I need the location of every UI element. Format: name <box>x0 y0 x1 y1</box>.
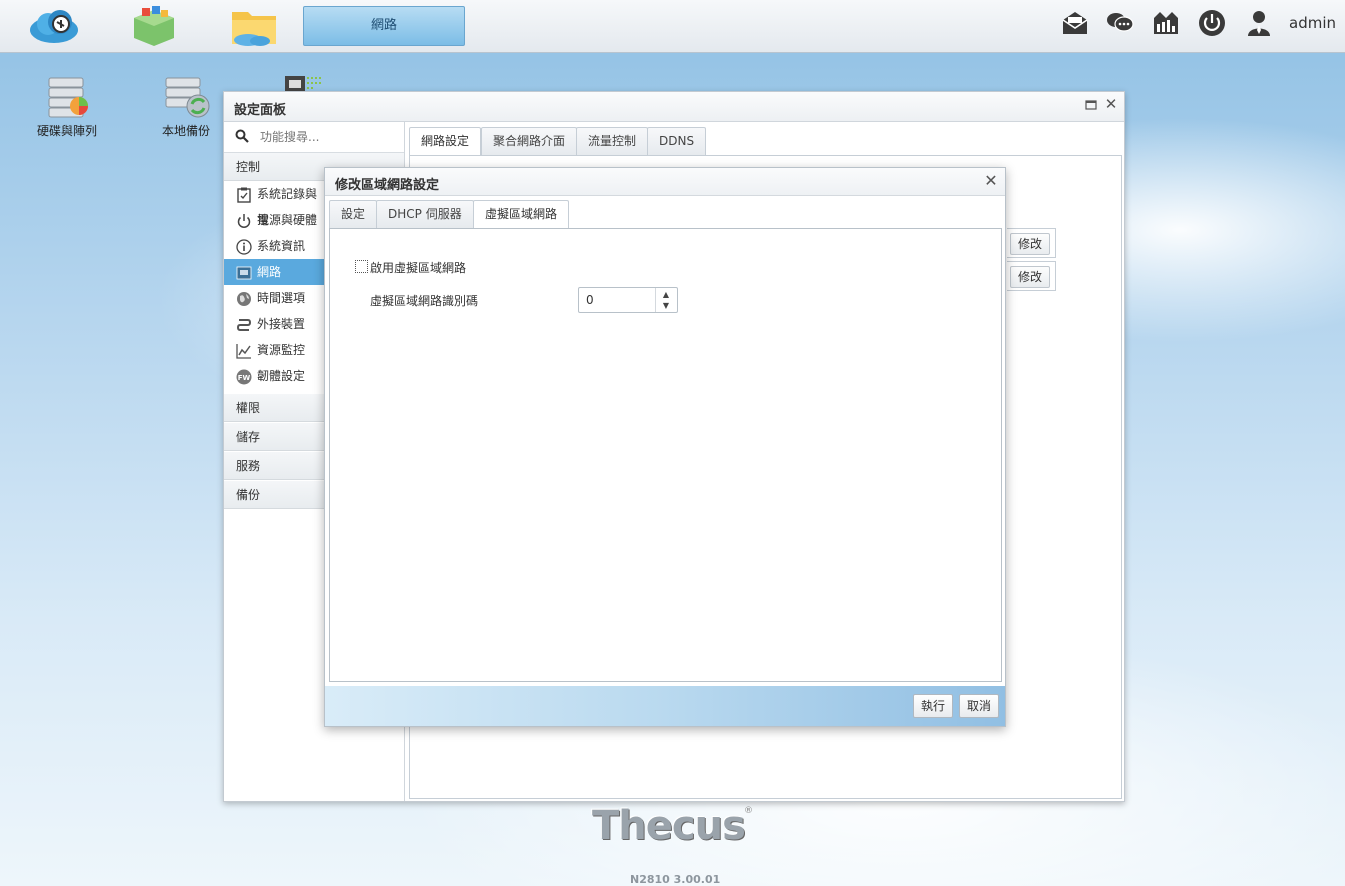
taskbar: 網路 admin <box>0 0 1345 53</box>
modify-button[interactable]: 修改 <box>1010 266 1050 288</box>
group-label: 控制 <box>236 160 261 174</box>
lan-row: 修改 <box>1007 228 1056 258</box>
enable-vlan-checkbox[interactable] <box>355 260 368 273</box>
sidebar-item-network[interactable]: 網路 <box>224 259 324 285</box>
dialog-titlebar[interactable]: 修改區域網路設定 ✕ <box>325 168 1005 196</box>
lan-row: 修改 <box>1007 261 1056 291</box>
maximize-icon[interactable] <box>1084 98 1098 112</box>
dialog-footer: 執行 取消 <box>325 686 1005 726</box>
search-input[interactable] <box>258 128 402 146</box>
sidebar-item-label: 韌體設定 <box>257 369 306 383</box>
sidebar-item-time[interactable]: 時間選項 <box>224 285 324 311</box>
version-label: N2810 3.00.01 <box>630 873 721 886</box>
sidebar-item-system-info[interactable]: 系統資訊 <box>224 233 324 259</box>
sidebar-item-external-devices[interactable]: 外接裝置 <box>224 311 324 337</box>
search-icon <box>235 129 249 146</box>
network-status-icon[interactable] <box>1151 8 1181 38</box>
mail-icon[interactable] <box>1060 8 1090 38</box>
user-icon[interactable] <box>1244 8 1274 38</box>
group-label: 儲存 <box>236 430 261 444</box>
sidebar-item-power-hardware[interactable]: 電源與硬體 <box>224 207 324 233</box>
desktop-icon-label: 本地備份 <box>161 124 210 138</box>
network-app-icon[interactable] <box>285 74 325 92</box>
tab-vlan[interactable]: 虛擬區域網路 <box>473 200 570 229</box>
sidebar-item-label: 系統資訊 <box>257 239 306 253</box>
tab-link-aggregation[interactable]: 聚合網路介面 <box>481 127 578 155</box>
sidebar-item-label: 網路 <box>257 265 282 279</box>
usb-cable-icon <box>236 316 252 332</box>
clipboard-check-icon <box>236 186 252 203</box>
apply-button[interactable]: 執行 <box>913 694 954 718</box>
group-label: 服務 <box>236 459 261 473</box>
group-label: 備份 <box>236 488 261 502</box>
vlan-tab-body: 啟用虛擬區域網路 虛擬區域網路識別碼 ▲ ▼ <box>329 228 1002 682</box>
tab-ddns[interactable]: DDNS <box>647 127 707 155</box>
firmware-icon: FW <box>236 368 252 385</box>
desktop-icon-label: 硬碟與陣列 <box>36 124 97 138</box>
file-manager-icon[interactable] <box>228 4 280 48</box>
cloud-app-icon[interactable] <box>28 4 80 48</box>
modify-lan-dialog: 修改區域網路設定 ✕ 設定 DHCP 伺服器 虛擬區域網路 啟用虛擬區域網路 虛… <box>324 167 1006 727</box>
app-center-icon[interactable] <box>128 4 180 48</box>
vlan-id-label: 虛擬區域網路識別碼 <box>370 294 479 308</box>
vlan-id-stepper: ▲ ▼ <box>578 287 678 313</box>
stepper-divider <box>655 288 656 312</box>
group-label: 權限 <box>236 401 261 415</box>
sidebar-item-label: 時間選項 <box>257 291 306 305</box>
info-icon <box>236 238 252 255</box>
stepper-up-icon[interactable]: ▲ <box>657 289 675 300</box>
brand-logo: Thecus <box>592 803 746 849</box>
backup-icon <box>160 74 212 120</box>
close-icon[interactable]: ✕ <box>983 173 999 189</box>
modify-button[interactable]: 修改 <box>1010 233 1050 255</box>
sidebar-item-label: 外接裝置 <box>257 317 306 331</box>
desktop-icon-disk-raid[interactable]: 硬碟與陣列 <box>22 74 112 139</box>
close-icon[interactable]: ✕ <box>1104 97 1118 112</box>
svg-text:FW: FW <box>238 374 251 382</box>
username-label[interactable]: admin <box>1289 14 1336 32</box>
power-icon <box>236 212 252 228</box>
settings-panel-titlebar[interactable]: 設定面板 ✕ <box>224 92 1124 122</box>
desktop-icon-local-backup[interactable]: 本地備份 <box>141 74 231 139</box>
globe-icon <box>236 290 252 306</box>
sidebar-item-firmware[interactable]: FW 韌體設定 <box>224 363 324 389</box>
stepper-down-icon[interactable]: ▼ <box>657 300 675 311</box>
sidebar-item-system-log[interactable]: 系統記錄與搜 <box>224 181 324 227</box>
function-search <box>224 122 404 153</box>
tab-traffic-control[interactable]: 流量控制 <box>576 127 649 155</box>
power-icon[interactable] <box>1197 8 1227 38</box>
sidebar-item-label: 資源監控 <box>257 343 306 357</box>
disk-array-icon <box>41 74 93 120</box>
sidebar-item-resource-monitor[interactable]: 資源監控 <box>224 337 324 363</box>
tab-dhcp-server[interactable]: DHCP 伺服器 <box>376 200 474 228</box>
chat-icon[interactable] <box>1105 8 1135 38</box>
settings-panel-title: 設定面板 <box>234 103 287 118</box>
vlan-id-input[interactable] <box>584 291 656 309</box>
network-icon <box>236 264 252 280</box>
tab-network-settings[interactable]: 網路設定 <box>409 127 482 156</box>
registered-mark: ® <box>744 806 753 816</box>
taskbar-network-button[interactable]: 網路 <box>303 6 465 46</box>
tab-settings[interactable]: 設定 <box>329 200 378 228</box>
enable-vlan-label: 啟用虛擬區域網路 <box>370 261 467 275</box>
dialog-title: 修改區域網路設定 <box>335 178 440 193</box>
cancel-button[interactable]: 取消 <box>959 694 1000 718</box>
sidebar-item-label: 電源與硬體 <box>257 213 318 227</box>
line-chart-icon <box>236 342 252 359</box>
